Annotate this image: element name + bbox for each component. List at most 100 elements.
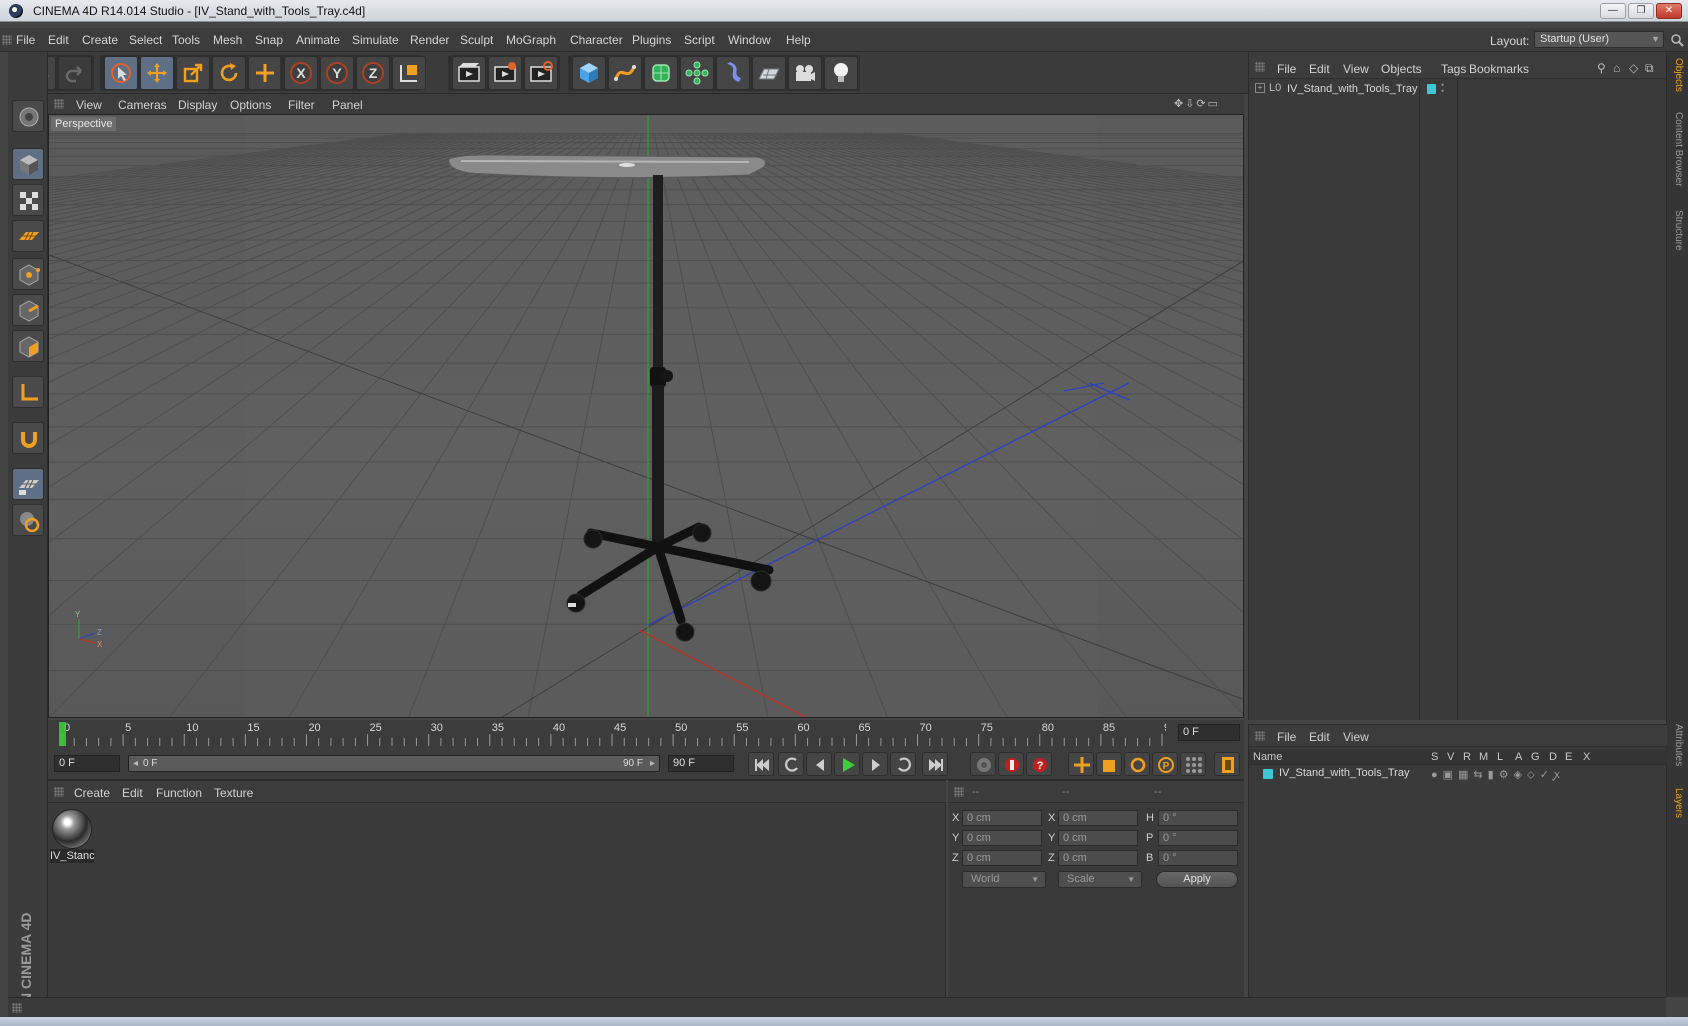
rot-b-field[interactable]: 0 ° [1158, 850, 1238, 866]
size-x-field[interactable]: 0 cm [1058, 810, 1138, 826]
minimize-icon[interactable]: — [1600, 3, 1626, 19]
material-menu-edit[interactable]: Edit [122, 786, 143, 800]
col-xref[interactable]: X [1583, 751, 1590, 763]
col-generators[interactable]: G [1531, 751, 1540, 763]
col-expressions[interactable]: E [1565, 751, 1572, 763]
keyframe-selection-icon[interactable]: ? [1026, 752, 1052, 776]
snap-grid-icon[interactable] [12, 468, 44, 500]
object-menu-edit[interactable]: Edit [1309, 62, 1330, 76]
pos-z-field[interactable]: 0 cm [962, 850, 1042, 866]
col-name[interactable]: Name [1253, 751, 1282, 763]
live-selection-icon[interactable] [104, 56, 138, 90]
coordinate-space-dropdown[interactable]: World ▼ [962, 871, 1046, 888]
coordinate-system-icon[interactable] [392, 56, 426, 90]
col-solo[interactable]: S [1431, 751, 1438, 763]
spline-pen-icon[interactable] [608, 56, 642, 90]
material-menu-texture[interactable]: Texture [214, 786, 253, 800]
viewport-menu-cameras[interactable]: Cameras [118, 98, 167, 112]
redo-icon[interactable] [58, 56, 92, 90]
recent-tool-icon[interactable] [248, 56, 282, 90]
array-icon[interactable] [680, 56, 714, 90]
previous-key-icon[interactable] [778, 752, 804, 776]
menu-simulate[interactable]: Simulate [352, 33, 399, 47]
menu-render[interactable]: Render [410, 33, 449, 47]
col-animation[interactable]: A [1515, 751, 1522, 763]
camera-icon[interactable] [788, 56, 822, 90]
menu-edit[interactable]: Edit [48, 33, 69, 47]
record-active-objects-icon[interactable] [970, 752, 996, 776]
apply-button[interactable]: Apply [1156, 871, 1238, 888]
pos-y-field[interactable]: 0 cm [962, 830, 1042, 846]
model-mode-icon[interactable] [12, 148, 44, 180]
cube-icon[interactable] [572, 56, 606, 90]
menu-create[interactable]: Create [82, 33, 118, 47]
viewport-menu-panel[interactable]: Panel [332, 98, 363, 112]
col-render[interactable]: R [1463, 751, 1471, 763]
rot-h-field[interactable]: 0 ° [1158, 810, 1238, 826]
next-frame-icon[interactable] [862, 752, 888, 776]
render-picture-viewer-icon[interactable] [488, 56, 522, 90]
object-menu-bookmarks[interactable]: Bookmarks [1469, 62, 1529, 76]
workplane-icon[interactable] [12, 220, 44, 252]
axis-mode-icon[interactable] [12, 376, 44, 408]
col-view[interactable]: V [1447, 751, 1454, 763]
viewport-menu-view[interactable]: View [76, 98, 102, 112]
menu-select[interactable]: Select [129, 33, 162, 47]
light-icon[interactable] [824, 56, 858, 90]
tab-attributes[interactable]: Attributes [1670, 724, 1686, 784]
expand-icon[interactable]: + [1255, 83, 1265, 93]
object-name[interactable]: IV_Stand_with_Tools_Tray [1287, 83, 1417, 95]
end-frame-field[interactable]: 90 F [668, 755, 734, 772]
layer-menu-edit[interactable]: Edit [1309, 730, 1330, 744]
polygons-mode-icon[interactable] [12, 330, 44, 362]
previous-frame-icon[interactable] [806, 752, 832, 776]
col-deformers[interactable]: D [1549, 751, 1557, 763]
tab-layers[interactable]: Layers [1670, 788, 1686, 828]
autokeying-icon[interactable] [998, 752, 1024, 776]
close-icon[interactable]: ✕ [1656, 3, 1682, 19]
object-menu-tags[interactable]: Tags [1441, 62, 1466, 76]
restore-icon[interactable]: ❐ [1628, 3, 1654, 19]
menu-plugins[interactable]: Plugins [632, 33, 671, 47]
play-icon[interactable] [834, 752, 860, 776]
tab-content-browser[interactable]: Content Browser [1670, 112, 1686, 202]
back-icon[interactable]: ◇ [1629, 61, 1643, 75]
edges-mode-icon[interactable] [12, 294, 44, 326]
menu-snap[interactable]: Snap [255, 33, 283, 47]
col-locked[interactable]: L [1497, 751, 1503, 763]
go-to-start-icon[interactable] [748, 752, 774, 776]
point-level-icon[interactable] [1180, 752, 1206, 776]
tab-structure[interactable]: Structure [1670, 210, 1686, 270]
timeline-ruler[interactable]: 051015202530354045505560657075808590 0 F [48, 720, 1244, 748]
next-key-icon[interactable] [890, 752, 916, 776]
layout-dropdown[interactable]: Startup (User) ▼ [1534, 31, 1664, 48]
playhead[interactable] [59, 722, 66, 746]
current-frame-field[interactable]: 0 F [1178, 724, 1240, 741]
size-z-field[interactable]: 0 cm [1058, 850, 1138, 866]
y-axis-lock-icon[interactable]: Y [320, 56, 354, 90]
object-menu-file[interactable]: File [1277, 62, 1296, 76]
scale-icon[interactable] [176, 56, 210, 90]
timeline-ticks[interactable]: 051015202530354045505560657075808590 [58, 720, 1166, 748]
menu-window[interactable]: Window [728, 33, 771, 47]
menu-mograph[interactable]: MoGraph [506, 33, 556, 47]
points-mode-icon[interactable] [12, 258, 44, 290]
search-icon[interactable] [1670, 33, 1684, 47]
menu-script[interactable]: Script [684, 33, 715, 47]
material-menu-create[interactable]: Create [74, 786, 110, 800]
edit-render-settings-icon[interactable] [524, 56, 558, 90]
rotation-key-icon[interactable] [1124, 752, 1150, 776]
col-manager[interactable]: M [1479, 751, 1488, 763]
new-view-icon[interactable]: ⧉ [1645, 61, 1659, 75]
layer-color-swatch[interactable] [1427, 84, 1436, 94]
pos-x-field[interactable]: 0 cm [962, 810, 1042, 826]
layer-color-swatch[interactable] [1263, 769, 1273, 779]
viewport-menu-display[interactable]: Display [178, 98, 217, 112]
layer-flag-icons[interactable]: ●▣▦⇆▮⚙◈⬦✓ꭙ [1431, 767, 1565, 782]
z-axis-lock-icon[interactable]: Z [356, 56, 390, 90]
search-icon[interactable]: ⚲ [1597, 61, 1611, 75]
deformer-icon[interactable] [716, 56, 750, 90]
position-key-icon[interactable] [1068, 752, 1094, 776]
menu-tools[interactable]: Tools [172, 33, 200, 47]
frame-range-slider[interactable]: ◂ 0 F 90 F ▸ [128, 755, 660, 772]
